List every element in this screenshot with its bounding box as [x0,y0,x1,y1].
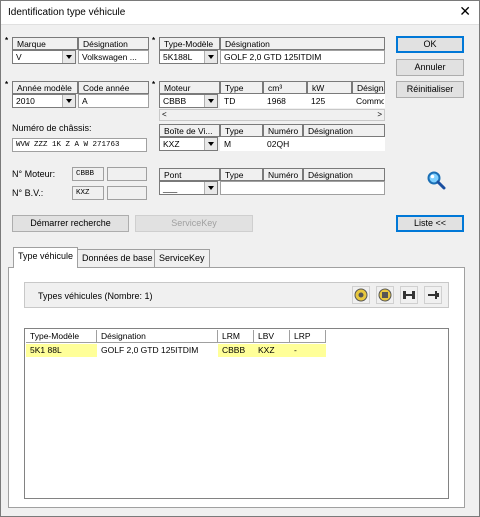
moteur-designation: Commor [352,94,385,108]
code-annee: A [78,94,149,108]
tab-type-vehicule[interactable]: Type véhicule [13,247,79,268]
types-vehicules-group: Types véhicules (Nombre: 1) [24,282,449,308]
chassis-field[interactable]: WVW ZZZ 1K Z A W 271763 [12,138,147,152]
type-modele-value: 5K188L [163,52,193,62]
annee-header: Année modèle [12,81,78,94]
no-bv-label: N° B.V.: [12,188,44,198]
code-annee-header: Code année [78,81,149,94]
table-row-type-modele[interactable]: 5K1 88L [26,344,97,357]
axle-icon[interactable] [400,286,418,304]
boite-header: Boîte de Vi... [159,124,220,137]
type-modele-designation-header: Désignation [220,37,385,50]
servicekey-button[interactable]: ServiceKey [135,215,253,232]
boite-numero: 02QH [263,137,303,151]
marque-header: Marque [12,37,78,50]
results-table: Type-Modèle Désignation LRM LBV LRP 5K1 … [24,328,449,499]
car-settings-icon[interactable] [352,286,370,304]
pont-select[interactable]: ___ [159,181,218,195]
boite-value: KXZ [163,139,180,149]
no-moteur-extra [107,167,147,181]
col-lbv[interactable]: LBV [254,330,290,343]
pont-value: ___ [163,183,178,193]
tab-servicekey[interactable]: ServiceKey [154,249,210,267]
boite-designation-header: Désignation [303,124,385,137]
moteur-cm3: 1968 [263,94,307,108]
types-vehicules-label: Types véhicules (Nombre: 1) [38,291,153,301]
liste-button[interactable]: Liste << [396,215,464,232]
moteur-value: CBBB [163,96,187,106]
no-moteur-label: N° Moteur: [12,169,56,179]
marque-select[interactable]: V [12,50,76,64]
chevron-left-icon[interactable]: < [162,110,167,120]
col-lrm[interactable]: LRM [218,330,254,343]
boite-select[interactable]: KXZ [159,137,218,151]
search-icon[interactable] [426,170,446,190]
boite-type: M [220,137,263,151]
tab-donnees-de-base[interactable]: Données de base [77,249,158,267]
moteur-type: TD [220,94,263,108]
pont-header: Pont [159,168,220,181]
required-marker: * [5,80,9,89]
pont-details [220,181,385,195]
no-bv-extra [107,186,147,200]
table-row-lrm[interactable]: CBBB [218,344,254,357]
chevron-down-icon[interactable] [62,51,75,63]
type-modele-designation: GOLF 2,0 GTD 125ITDIM [220,50,385,64]
required-marker: * [152,80,156,89]
ok-button[interactable]: OK [396,36,464,53]
boite-type-header: Type [220,124,263,137]
chevron-down-icon[interactable] [204,182,217,194]
col-designation[interactable]: Désignation [97,330,218,343]
type-modele-select[interactable]: 5K188L [159,50,218,64]
boite-designation [303,137,385,151]
reinitialiser-button[interactable]: Réinitialiser [396,81,464,98]
pont-numero-header: Numéro [263,168,303,181]
required-marker: * [152,36,156,45]
chevron-down-icon[interactable] [204,95,217,107]
moteur-kw-header: kW [307,81,352,94]
marque-designation-header: Désignation [78,37,149,50]
moteur-kw: 125 [307,94,352,108]
gear-icon[interactable] [376,286,394,304]
chevron-down-icon[interactable] [62,95,75,107]
pont-type-header: Type [220,168,263,181]
no-bv-field: KXZ [72,186,104,200]
chevron-down-icon[interactable] [204,138,217,150]
col-lrp[interactable]: LRP [290,330,326,343]
moteur-type-header: Type [220,81,263,94]
table-row-lrp[interactable]: - [290,344,326,357]
close-icon[interactable]: ✕ [459,4,471,20]
boite-numero-header: Numéro [263,124,303,137]
marque-designation: Volkswagen ... [78,50,149,64]
moteur-select[interactable]: CBBB [159,94,218,108]
no-moteur-field: CBBB [72,167,104,181]
type-modele-header: Type-Modèle [159,37,220,50]
window-title: Identification type véhicule [8,7,126,18]
title-bar: Identification type véhicule ✕ [1,1,479,25]
moteur-cm3-header: cm³ [263,81,307,94]
marque-value: V [16,52,22,62]
annee-value: 2010 [16,96,35,106]
moteur-designation-header: Désigna [352,81,385,94]
moteur-header: Moteur [159,81,220,94]
pont-designation-header: Désignation [303,168,385,181]
table-row-lbv[interactable]: KXZ [254,344,290,357]
annuler-button[interactable]: Annuler [396,59,464,76]
table-row-designation[interactable]: GOLF 2,0 GTD 125ITDIM [97,344,218,357]
chassis-label: Numéro de châssis: [12,123,92,133]
required-marker: * [5,36,9,45]
moteur-hscrollbar[interactable]: < > [159,109,385,121]
col-type-modele[interactable]: Type-Modèle [26,330,97,343]
chevron-down-icon[interactable] [204,51,217,63]
pin-icon[interactable] [424,286,442,304]
annee-select[interactable]: 2010 [12,94,76,108]
chevron-right-icon[interactable]: > [377,110,382,120]
demarrer-recherche-button[interactable]: Démarrer recherche [12,215,129,232]
